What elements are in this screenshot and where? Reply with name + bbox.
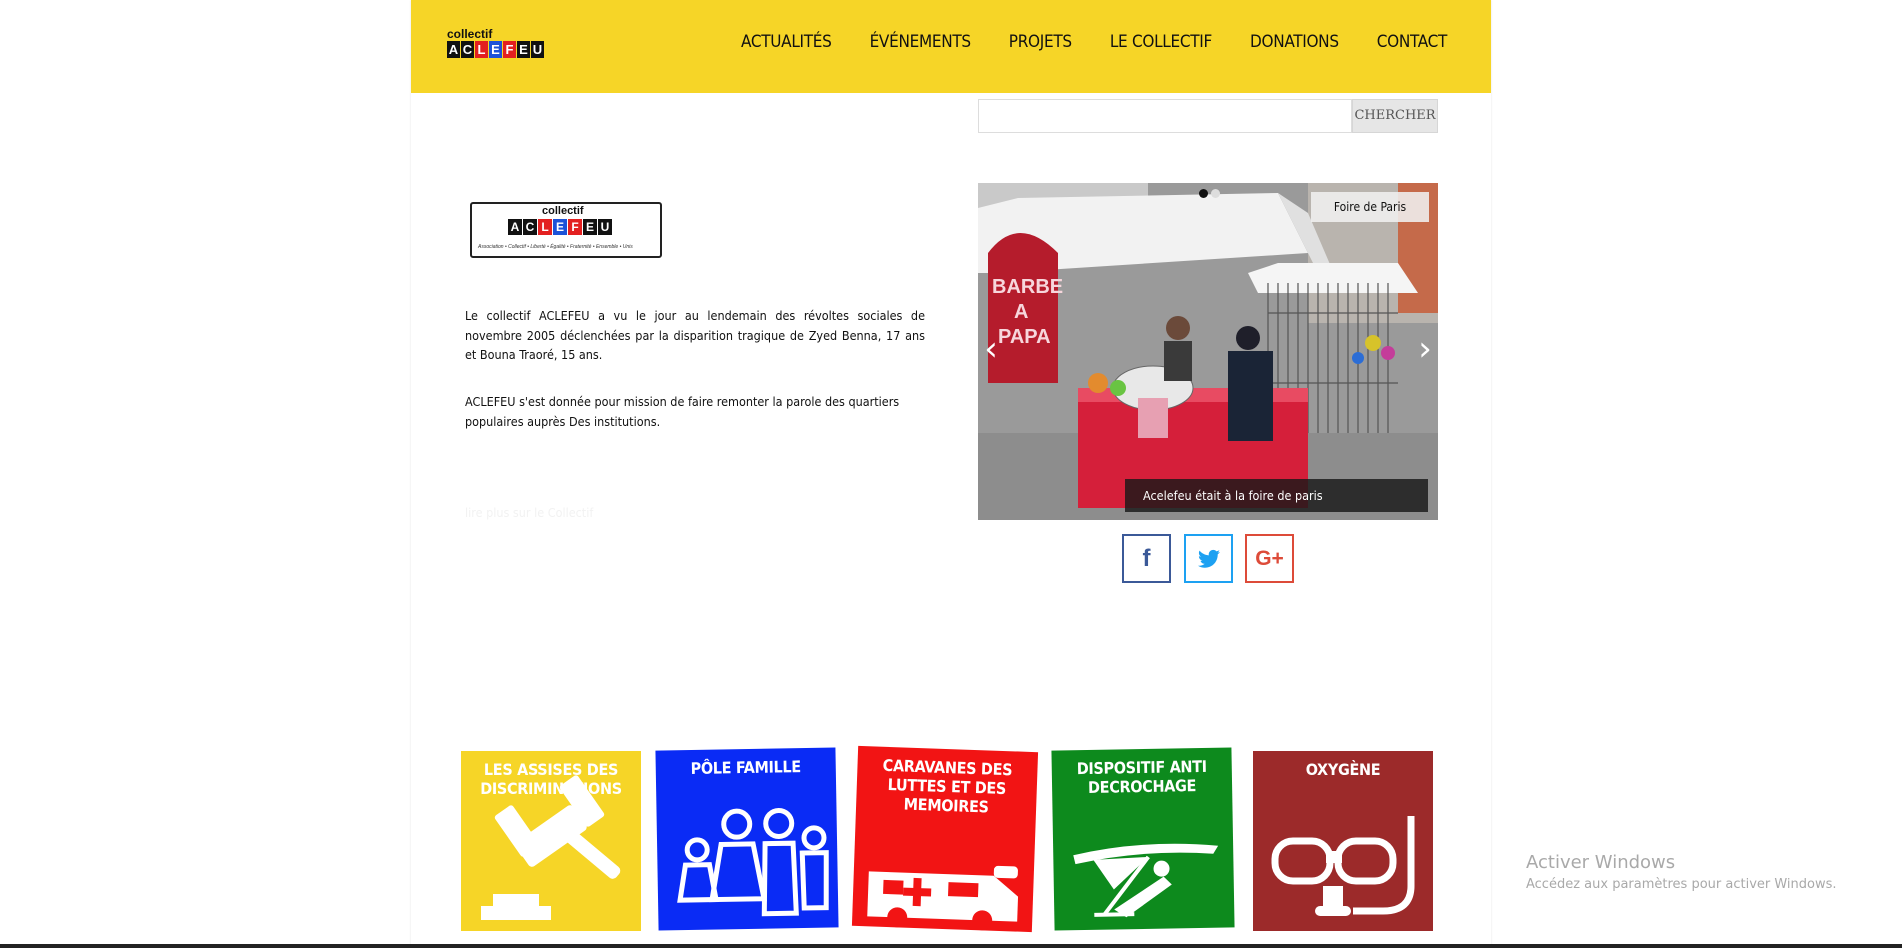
logo-tile: A [447,41,460,58]
tile-assises-discriminations[interactable]: LES ASSISES DES DISCRIMINATIONS [461,751,641,931]
collectif-logo-image: collectif A C L E F E U Association • Co… [470,202,662,258]
logo-tile: F [503,41,516,58]
tile-label: PÔLE FAMILLE [690,757,802,778]
logo-tile: U [598,219,612,235]
svg-text:PAPA: PAPA [998,326,1051,348]
search-button[interactable]: CHERCHER [1352,99,1438,133]
logo-tile: A [508,219,522,235]
logo-tile: E [489,41,502,58]
tile-oxygene[interactable]: OXYGÈNE [1253,751,1433,931]
twitter-bird-icon [1197,549,1220,568]
slide-caption: Acelefeu était à la foire de paris [1125,479,1428,512]
slide-photo: BARBE A PAPA [978,183,1438,520]
slide-tag[interactable]: Foire de Paris [1311,192,1429,222]
page-container: collectif A C L E F E U ACTUALITÉS ÉVÉNE… [411,0,1491,948]
slider-dots [1199,189,1220,198]
logo-tile: L [475,41,488,58]
logo-tile: L [538,219,552,235]
nav-item-projets[interactable]: PROJETS [1009,32,1072,52]
tile-label: LES ASSISES DES DISCRIMINATIONS [480,760,622,798]
main-nav: ACTUALITÉS ÉVÉNEMENTS PROJETS LE COLLECT… [703,32,1447,52]
windows-activation-watermark: Activer Windows Accédez aux paramètres p… [1526,852,1837,895]
twitter-icon[interactable] [1184,534,1233,583]
logo-tile: C [523,219,537,235]
svg-text:A: A [1014,301,1028,323]
logo-tiles: A C L E F E U [508,219,612,235]
logo-tiles: A C L E F E U [447,41,544,58]
logo-tile: F [568,219,582,235]
nav-item-evenements[interactable]: ÉVÉNEMENTS [870,32,972,52]
site-logo[interactable]: collectif A C L E F E U [447,28,583,64]
google-plus-icon[interactable]: G+ [1245,534,1294,583]
logo-tile: E [517,41,530,58]
intro-paragraph-2: ACLEFEU s'est donnée pour mission de fai… [465,394,900,429]
tile-label: OXYGÈNE [1305,760,1381,779]
chevron-right-icon[interactable]: › [1413,331,1437,367]
nav-item-actualites[interactable]: ACTUALITÉS [741,32,832,52]
search-input[interactable] [978,99,1352,133]
logo-top-word: collectif [542,205,584,217]
slider-dot[interactable] [1199,189,1208,198]
nav-item-donations[interactable]: DONATIONS [1250,32,1339,52]
tile-anti-decrochage[interactable]: DISPOSITIF ANTI DECROCHAGE [1051,747,1235,931]
facebook-icon[interactable]: f [1122,534,1171,583]
logo-top-word: collectif [447,27,493,41]
logo-tile: E [553,219,567,235]
tile-pole-famille[interactable]: PÔLE FAMILLE [655,747,839,931]
image-slider[interactable]: BARBE A PAPA Foire de Paris ‹ › Acelefeu… [978,183,1438,520]
nav-item-contact[interactable]: CONTACT [1377,32,1448,52]
svg-text:BARBE: BARBE [992,276,1063,298]
tile-label: DISPOSITIF ANTI DECROCHAGE [1076,756,1207,797]
logo-motto: Association • Collectif • Liberté • Égal… [478,244,633,250]
taskbar-edge [0,944,1902,948]
logo-tile: E [583,219,597,235]
watermark-subtitle: Accédez aux paramètres pour activer Wind… [1526,877,1837,892]
watermark-title: Activer Windows [1526,852,1676,873]
tile-label: CARAVANES DES LUTTES ET DES MEMOIRES [882,755,1013,817]
chevron-left-icon[interactable]: ‹ [979,331,1003,367]
tile-caravanes[interactable]: CARAVANES DES LUTTES ET DES MEMOIRES [851,745,1039,933]
site-header: collectif A C L E F E U ACTUALITÉS ÉVÉNE… [411,0,1491,93]
logo-tile: U [531,41,544,58]
nav-item-le-collectif[interactable]: LE COLLECTIF [1110,32,1212,52]
intro-paragraph-1: Le collectif ACLEFEU a vu le jour au len… [465,308,925,362]
slider-dot[interactable] [1211,189,1220,198]
read-more-link[interactable]: lire plus sur le Collectif [465,505,593,520]
logo-tile: C [461,41,474,58]
